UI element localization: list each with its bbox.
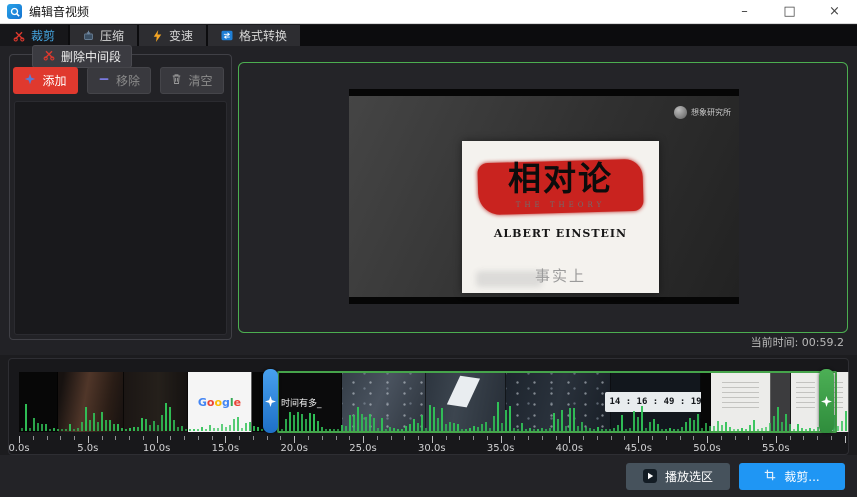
slide-card: THE THEORY 相对论 ALBERT EINSTEIN 事实上 bbox=[462, 141, 659, 293]
ruler-label: 35.0s bbox=[487, 443, 514, 454]
tab-crop-label: 裁剪 bbox=[31, 27, 55, 44]
time-ruler: 0.0s5.0s10.0s15.0s20.0s25.0s30.0s35.0s40… bbox=[19, 436, 849, 455]
remove-button-label: 移除 bbox=[116, 72, 140, 89]
scissors-icon bbox=[43, 49, 55, 64]
ruler-label: 55.0s bbox=[762, 443, 789, 454]
tab-bar: 裁剪 压缩 变速 格式转换 bbox=[0, 25, 857, 46]
group-label: 删除中间段 bbox=[61, 48, 121, 65]
footer-bar: 播放选区 裁剪... bbox=[0, 455, 857, 497]
segment-button-row: 添加 移除 清空 bbox=[13, 67, 224, 94]
video-preview-panel: 想象研究所 THE THEORY 相对论 ALBERT EINSTEIN 事实上 bbox=[238, 62, 848, 333]
tab-format-convert[interactable]: 格式转换 bbox=[208, 25, 300, 46]
ruler-label: 15.0s bbox=[212, 443, 239, 454]
title-bar: 编辑音视频 – □ × bbox=[0, 0, 857, 24]
channel-watermark: 想象研究所 bbox=[674, 106, 731, 119]
video-subtitle: 事实上 bbox=[462, 265, 659, 286]
add-segment-button[interactable]: 添加 bbox=[13, 67, 78, 94]
star-icon bbox=[265, 396, 276, 407]
crop-button-label: 裁剪... bbox=[784, 468, 819, 485]
channel-logo-icon bbox=[674, 106, 687, 119]
slide-author: ALBERT EINSTEIN bbox=[462, 227, 659, 240]
tab-speed-label: 变速 bbox=[169, 27, 193, 44]
close-button[interactable]: × bbox=[812, 0, 857, 23]
selection-start-handle[interactable] bbox=[263, 369, 278, 433]
slide-english-caption: THE THEORY bbox=[462, 201, 659, 209]
lightning-icon bbox=[152, 30, 163, 42]
timeline-panel: Google时间有多_14 : 16 : 49 : 19 0.0s 5.0s 10.… bbox=[8, 358, 849, 455]
crop-action-button[interactable]: 裁剪... bbox=[739, 463, 845, 490]
tab-crop[interactable]: 裁剪 bbox=[0, 25, 68, 46]
window-title: 编辑音视频 bbox=[29, 3, 89, 20]
ruler-label: 5.0s bbox=[77, 443, 98, 454]
ruler-label: 10.0s bbox=[143, 443, 170, 454]
selection-end-handle[interactable] bbox=[819, 369, 834, 433]
delete-middle-segment-group: 删除中间段 添加 移除 清空 bbox=[9, 54, 232, 340]
ruler-label: 50.0s bbox=[693, 443, 720, 454]
ruler-label: 0.0s bbox=[8, 443, 29, 454]
tab-format-convert-label: 格式转换 bbox=[239, 27, 287, 44]
crop-icon bbox=[764, 469, 776, 484]
remove-segment-button[interactable]: 移除 bbox=[87, 67, 151, 94]
play-selection-label: 播放选区 bbox=[665, 468, 713, 485]
minus-icon bbox=[98, 73, 110, 88]
ruler-label: 40.0s bbox=[556, 443, 583, 454]
slide-title: 相对论 bbox=[462, 162, 659, 195]
current-time-label: 当前时间: 00:59.2 bbox=[751, 334, 844, 350]
minimize-button[interactable]: – bbox=[722, 0, 767, 23]
maximize-button[interactable]: □ bbox=[767, 0, 812, 23]
trash-icon bbox=[171, 73, 182, 88]
tab-compress-label: 压缩 bbox=[100, 27, 124, 44]
clear-button-label: 清空 bbox=[188, 72, 212, 89]
ruler-label: 45.0s bbox=[624, 443, 651, 454]
window-controls: – □ × bbox=[722, 0, 857, 23]
ruler-label: 25.0s bbox=[349, 443, 376, 454]
main-area: 删除中间段 添加 移除 清空 bbox=[0, 46, 857, 355]
timeline-strip[interactable]: Google时间有多_14 : 16 : 49 : 19 bbox=[19, 372, 849, 432]
video-frame: 想象研究所 THE THEORY 相对论 ALBERT EINSTEIN 事实上 bbox=[349, 89, 739, 304]
add-button-label: 添加 bbox=[42, 72, 66, 89]
group-label-chip: 删除中间段 bbox=[32, 45, 132, 68]
scissors-icon bbox=[13, 30, 25, 42]
tab-speed[interactable]: 变速 bbox=[139, 25, 206, 46]
compress-icon bbox=[83, 30, 94, 41]
play-selection-button[interactable]: 播放选区 bbox=[626, 463, 730, 490]
segment-list[interactable] bbox=[14, 101, 227, 335]
star-icon bbox=[821, 396, 832, 407]
tab-compress[interactable]: 压缩 bbox=[70, 25, 137, 46]
clear-segments-button[interactable]: 清空 bbox=[160, 67, 224, 94]
add-icon bbox=[24, 73, 36, 88]
app-logo-icon bbox=[7, 4, 22, 19]
play-icon bbox=[643, 469, 657, 483]
format-convert-icon bbox=[221, 30, 233, 41]
channel-watermark-text: 想象研究所 bbox=[691, 107, 731, 118]
ruler-label: 30.0s bbox=[418, 443, 445, 454]
ruler-label: 20.0s bbox=[280, 443, 307, 454]
audio-waveform bbox=[19, 401, 849, 431]
